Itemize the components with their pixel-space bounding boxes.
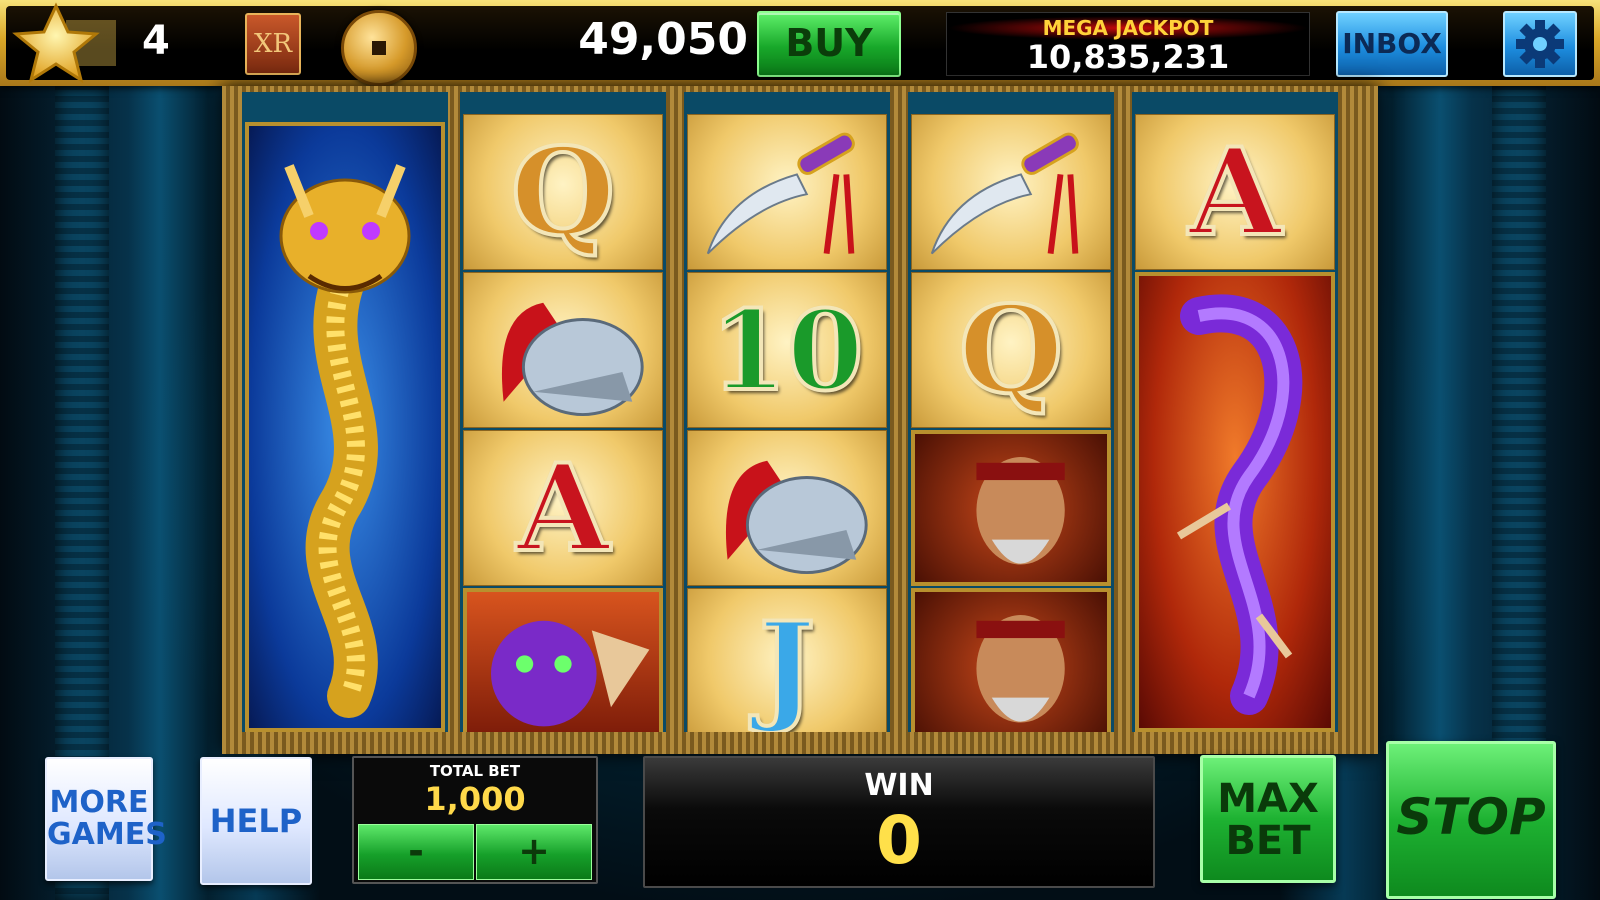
purple-dragon-face-icon [490,620,650,727]
reel-frame: Q A 10 J Q A [222,86,1378,754]
dagger-icon [706,132,855,255]
reel-cell [687,114,887,270]
reel-cell [463,588,663,732]
xr-badge[interactable]: XR [245,13,301,75]
win-panel: WIN 0 [643,756,1155,888]
max-bet-line2: BET [1225,818,1311,864]
help-button[interactable]: HELP [200,757,312,885]
reel-1 [242,92,448,732]
gold-dragon-icon [279,164,411,718]
helmet-icon [501,302,644,417]
j-symbol: J [757,594,818,733]
q-symbol: Q [957,278,1066,423]
coin-icon [341,10,417,86]
a-symbol: A [514,436,611,581]
warrior-icon [976,615,1065,723]
q-symbol: Q [509,120,618,265]
reel-cell: Q [463,114,663,270]
level-star-icon [12,2,116,84]
reel-4: Q [908,92,1114,732]
stop-button[interactable]: STOP [1386,741,1556,899]
reel-cell [911,430,1111,586]
reel-2: Q A [460,92,666,732]
dagger-icon [930,132,1079,255]
mega-jackpot-panel: MEGA JACKPOT 10,835,231 [946,12,1310,76]
reel-5: A [1132,92,1338,732]
settings-button[interactable] [1503,11,1577,77]
more-games-button[interactable]: MORE GAMES [45,757,167,881]
gold-dragon-symbol [245,122,445,732]
reel-cell: 10 [687,272,887,428]
max-bet-line1: MAX [1217,776,1319,822]
coin-balance: 49,050 [578,14,748,65]
decrease-bet-button[interactable]: - [358,824,474,880]
reel-cell: J [687,588,887,732]
jackpot-value: 10,835,231 [1026,38,1230,76]
warrior-icon [976,457,1065,565]
reel-cell: Q [911,272,1111,428]
win-value: 0 [876,802,922,879]
reel-3: 10 J [684,92,890,732]
total-bet-panel: TOTAL BET 1,000 - + [352,756,598,884]
player-level: 4 [142,18,170,64]
total-bet-label: TOTAL BET [429,762,521,780]
increase-bet-button[interactable]: + [476,824,592,880]
purple-dragon-symbol [1135,272,1335,732]
buy-button[interactable]: BUY [757,11,901,77]
helmet-icon [725,460,868,575]
reel-cell: A [1135,114,1335,270]
reel-cell [463,272,663,428]
a-symbol: A [1186,120,1283,265]
total-bet-value: 1,000 [424,780,526,818]
reel-cell [911,114,1111,270]
reel-cell [911,588,1111,732]
reel-cell [687,430,887,586]
win-label: WIN [864,768,934,803]
purple-dragon-icon [1176,294,1303,715]
ten-symbol: 10 [708,284,865,417]
gear-icon [1516,20,1564,68]
max-bet-button[interactable]: MAX BET [1200,755,1336,883]
more-games-line2: GAMES [47,817,167,852]
more-games-line1: MORE [49,785,149,820]
inbox-button[interactable]: INBOX [1336,11,1448,77]
reel-cell: A [463,430,663,586]
jackpot-label: MEGA JACKPOT [947,16,1309,40]
